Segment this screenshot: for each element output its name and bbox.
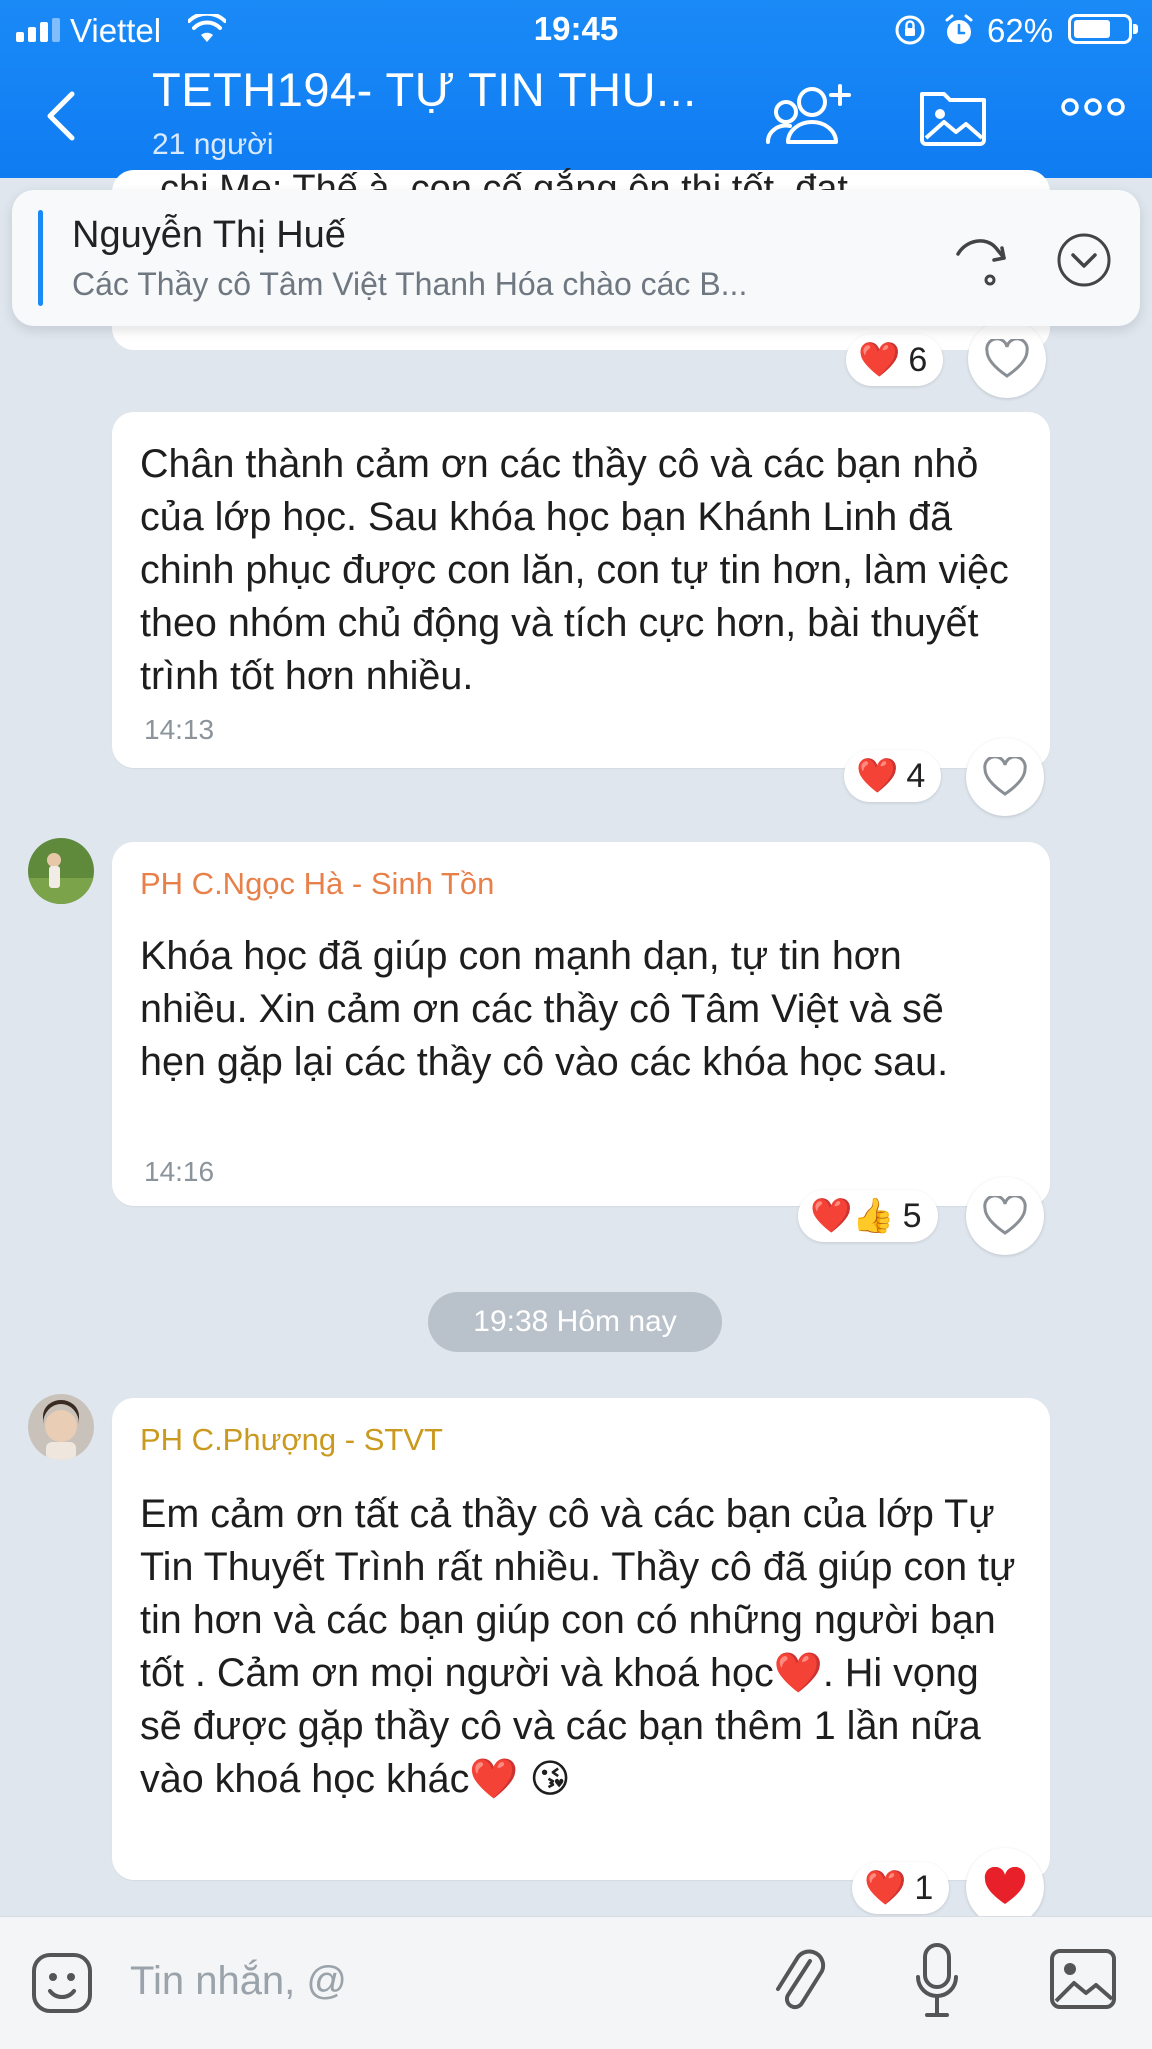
reaction-count: 5 [902, 1196, 922, 1235]
avatar[interactable] [28, 1394, 94, 1460]
heart-outline-icon [983, 757, 1027, 796]
media-folder-icon[interactable] [918, 84, 988, 146]
pinned-preview: Các Thầy cô Tâm Việt Thanh Hóa chào các … [72, 266, 748, 302]
microphone-icon[interactable] [914, 1941, 960, 2021]
back-arrow-icon[interactable] [36, 86, 86, 146]
sticker-icon[interactable] [30, 1951, 94, 2015]
paperclip-icon[interactable] [770, 1943, 830, 2019]
date-divider: 19:38 Hôm nay [428, 1292, 722, 1352]
reaction-count: 1 [914, 1868, 934, 1907]
status-bar: Viettel 19:45 62% [0, 0, 1152, 58]
pinned-message-banner[interactable]: Nguyễn Thị Huế Các Thầy cô Tâm Việt Than… [12, 190, 1140, 326]
reaction-summary[interactable]: ❤️ 6 [846, 334, 944, 386]
heart-outline-icon [985, 339, 1029, 378]
pinned-sender: Nguyễn Thị Huế [72, 214, 346, 256]
liked-heart-button[interactable] [966, 1848, 1044, 1926]
reaction-summary[interactable]: ❤️ 4 [844, 750, 942, 802]
message-time: 14:16 [144, 1156, 215, 1187]
message-input[interactable] [128, 1945, 732, 2017]
message-text: Chân thành cảm ơn các thầy cô và các bạn… [140, 442, 1009, 698]
like-heart-button[interactable] [966, 1177, 1044, 1255]
composer-bar [0, 1916, 1152, 2049]
reaction-emoji: ❤️ [856, 757, 899, 795]
more-options-icon[interactable] [1060, 96, 1126, 118]
member-count: 21 người [152, 128, 274, 161]
like-heart-button[interactable] [966, 738, 1044, 816]
reaction-summary[interactable]: ❤️👍 5 [798, 1190, 938, 1242]
like-heart-button[interactable] [968, 320, 1046, 398]
add-member-icon[interactable] [764, 82, 854, 148]
message-time: 14:13 [144, 714, 215, 745]
battery-percent: 62% [987, 12, 1054, 49]
sender-name[interactable]: PH C.Ngọc Hà - Sinh Tồn [140, 866, 1020, 902]
reaction-emoji: ❤️ [864, 1869, 907, 1907]
message-bubble[interactable]: Chân thành cảm ơn các thầy cô và các bạn… [112, 412, 1050, 768]
expand-chevron-icon[interactable] [1054, 230, 1114, 290]
avatar-photo [28, 1394, 94, 1460]
message-text: Khóa học đã giúp con mạnh dạn, tự tin hơ… [140, 934, 949, 1084]
reaction-summary[interactable]: ❤️ 1 [852, 1862, 950, 1914]
reaction-count: 4 [906, 756, 926, 795]
forward-icon[interactable] [952, 230, 1012, 290]
heart-outline-icon [983, 1196, 1027, 1235]
reaction-emoji: ❤️👍 [810, 1197, 895, 1235]
sender-name[interactable]: PH C.Phượng - STVT [140, 1422, 1020, 1458]
message-bubble[interactable]: PH C.Ngọc Hà - Sinh Tồn Khóa học đã giúp… [112, 842, 1050, 1206]
status-time: 19:45 [533, 10, 619, 47]
chat-title[interactable]: TETH194- TỰ TIN THU... [152, 62, 697, 117]
alarm-icon [945, 14, 973, 44]
avatar[interactable] [28, 838, 94, 904]
chat-header: Viettel 19:45 62% TETH194- TỰ TIN THU...… [0, 0, 1152, 178]
message-text: Em cảm ơn tất cả thầy cô và các bạn của … [140, 1492, 1016, 1801]
pinned-accent-bar [38, 210, 43, 306]
rotation-lock-icon [895, 15, 925, 45]
heart-filled-icon [984, 1867, 1026, 1904]
battery-icon [1068, 14, 1138, 44]
image-icon[interactable] [1048, 1947, 1118, 2011]
message-bubble[interactable]: PH C.Phượng - STVT Em cảm ơn tất cả thầy… [112, 1398, 1050, 1880]
avatar-photo [28, 838, 94, 904]
reaction-emoji: ❤️ [858, 341, 901, 379]
reaction-count: 6 [908, 340, 928, 379]
